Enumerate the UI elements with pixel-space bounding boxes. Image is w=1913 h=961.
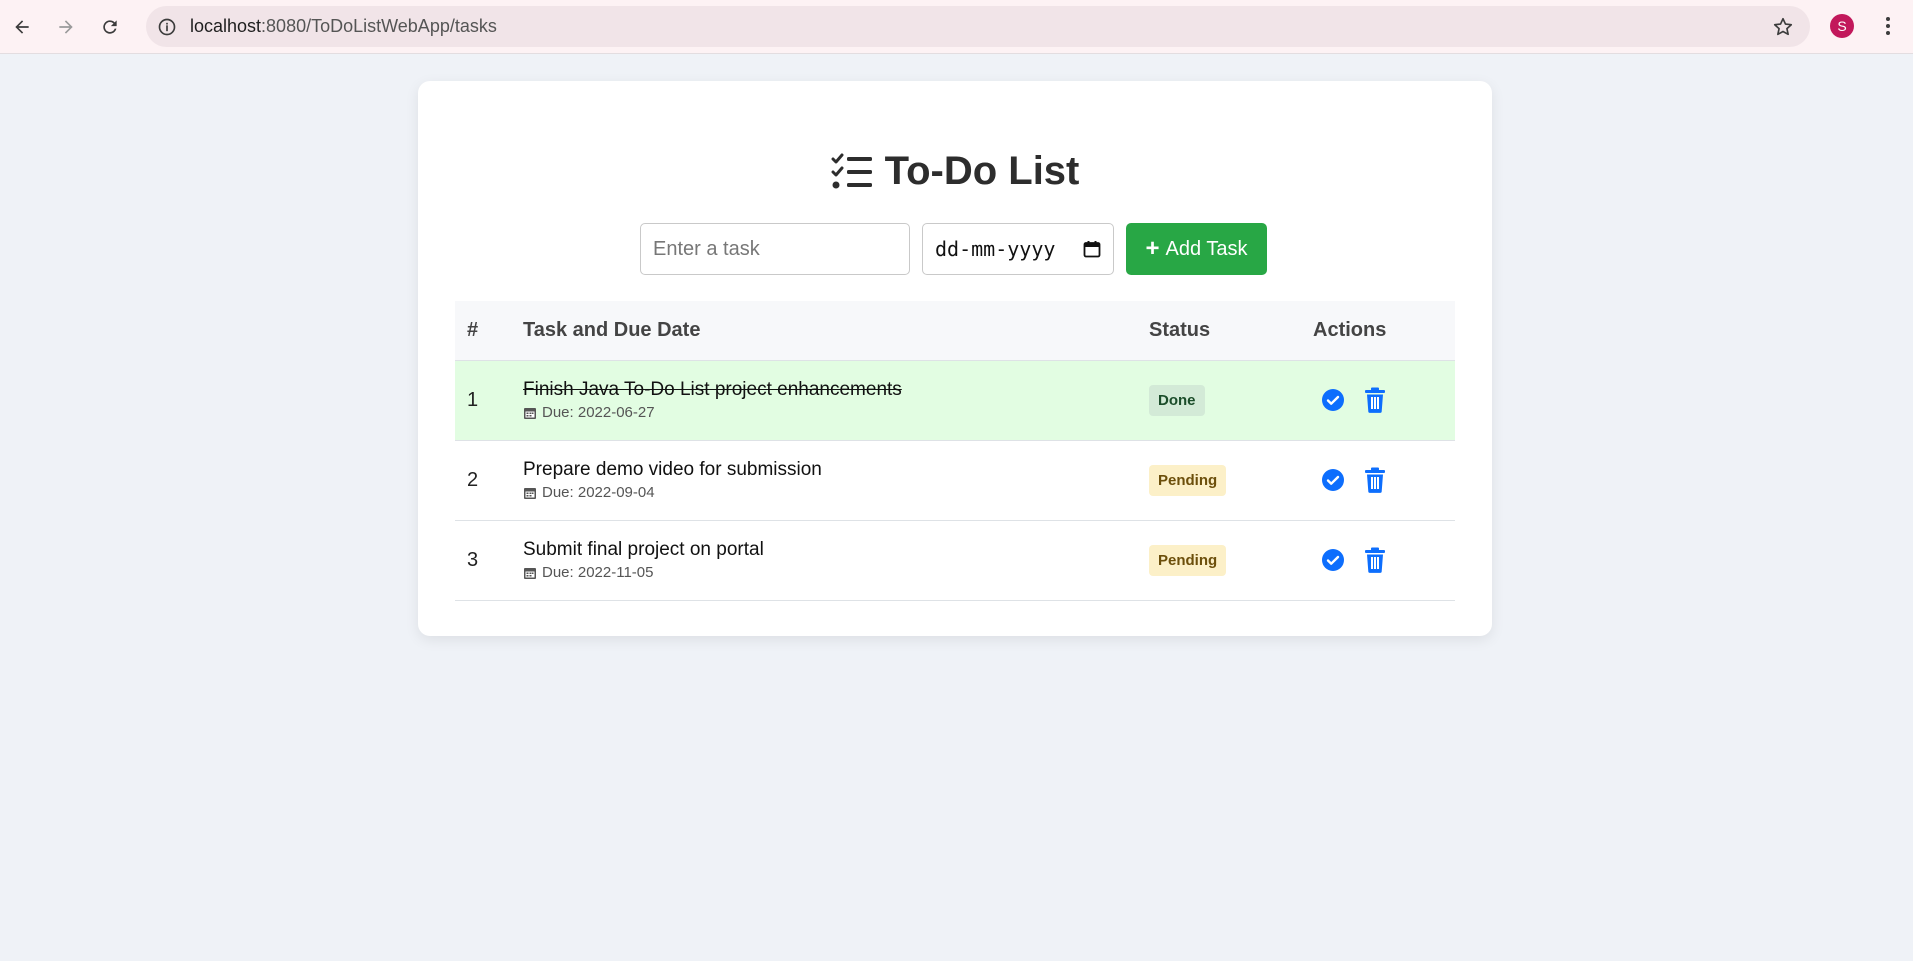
- due-date: Due: 2022-09-04: [523, 484, 1149, 501]
- browser-menu-icon[interactable]: [1878, 14, 1898, 38]
- due-date: Due: 2022-06-27: [523, 404, 1149, 421]
- todo-card: To-Do List Enter a task dd-mm-yyyy + Add…: [418, 81, 1492, 636]
- task-cell: Submit final project on portal Due: 2022…: [523, 520, 1149, 601]
- row-number: 1: [455, 360, 523, 441]
- row-number: 3: [455, 520, 523, 601]
- task-cell: Prepare demo video for submission Due: 2…: [523, 440, 1149, 521]
- status-cell: Pending: [1149, 440, 1313, 521]
- due-date-input[interactable]: dd-mm-yyyy: [922, 223, 1114, 275]
- status-badge: Pending: [1149, 464, 1227, 496]
- header-number: #: [455, 301, 523, 361]
- url-text: localhost:8080/ToDoListWebApp/tasks: [190, 16, 497, 36]
- forward-button[interactable]: [44, 5, 88, 49]
- date-placeholder: dd-mm-yyyy: [935, 237, 1056, 261]
- calendar-icon[interactable]: [1083, 240, 1101, 258]
- add-task-button[interactable]: + Add Task: [1126, 223, 1267, 275]
- status-cell: Done: [1149, 360, 1313, 441]
- task-cell: Finish Java To-Do List project enhanceme…: [523, 360, 1149, 441]
- profile-avatar[interactable]: S: [1830, 14, 1854, 38]
- address-bar[interactable]: localhost:8080/ToDoListWebApp/tasks: [146, 6, 1810, 47]
- complete-check-icon[interactable]: [1321, 388, 1345, 412]
- task-title: Finish Java To-Do List project enhanceme…: [523, 379, 902, 400]
- add-task-form: Enter a task dd-mm-yyyy + Add Task: [640, 223, 1267, 275]
- header-status: Status: [1149, 301, 1313, 361]
- header-actions: Actions: [1313, 301, 1455, 361]
- bookmark-star-icon[interactable]: [1772, 16, 1794, 38]
- table-row: 3 Submit final project on portal Due: 20…: [455, 520, 1455, 601]
- task-title: Submit final project on portal: [523, 539, 764, 560]
- reload-icon: [103, 19, 117, 34]
- calendar-icon: [524, 567, 536, 579]
- header-task: Task and Due Date: [523, 301, 1149, 361]
- back-button[interactable]: [0, 5, 44, 49]
- delete-trash-icon[interactable]: [1363, 467, 1387, 493]
- status-cell: Pending: [1149, 520, 1313, 601]
- site-info-icon[interactable]: [156, 16, 178, 38]
- title-text: To-Do List: [884, 149, 1080, 193]
- actions-cell: [1313, 520, 1455, 601]
- task-title: Prepare demo video for submission: [523, 459, 822, 480]
- task-input[interactable]: Enter a task: [640, 223, 910, 275]
- calendar-icon: [524, 487, 536, 499]
- row-number: 2: [455, 440, 523, 521]
- reload-button[interactable]: [88, 5, 132, 49]
- complete-check-icon[interactable]: [1321, 468, 1345, 492]
- table-header-row: # Task and Due Date Status Actions: [455, 301, 1455, 361]
- actions-cell: [1313, 360, 1455, 441]
- actions-cell: [1313, 440, 1455, 521]
- complete-check-icon[interactable]: [1321, 548, 1345, 572]
- arrow-left-icon: [15, 19, 29, 34]
- table-row: 1 Finish Java To-Do List project enhance…: [455, 360, 1455, 441]
- arrow-right-icon: [59, 19, 73, 34]
- plus-icon: +: [1145, 235, 1160, 262]
- delete-trash-icon[interactable]: [1363, 387, 1387, 413]
- page-title: To-Do List: [418, 149, 1492, 194]
- add-task-label: Add Task: [1165, 237, 1248, 260]
- due-date: Due: 2022-11-05: [523, 564, 1149, 581]
- browser-toolbar: localhost:8080/ToDoListWebApp/tasks S: [0, 0, 1913, 54]
- task-table: # Task and Due Date Status Actions 1 Fin…: [455, 301, 1455, 601]
- delete-trash-icon[interactable]: [1363, 547, 1387, 573]
- checklist-icon: [831, 153, 872, 188]
- calendar-icon: [524, 407, 536, 419]
- status-badge: Done: [1149, 384, 1205, 416]
- table-row: 2 Prepare demo video for submission Due:…: [455, 440, 1455, 521]
- status-badge: Pending: [1149, 544, 1227, 576]
